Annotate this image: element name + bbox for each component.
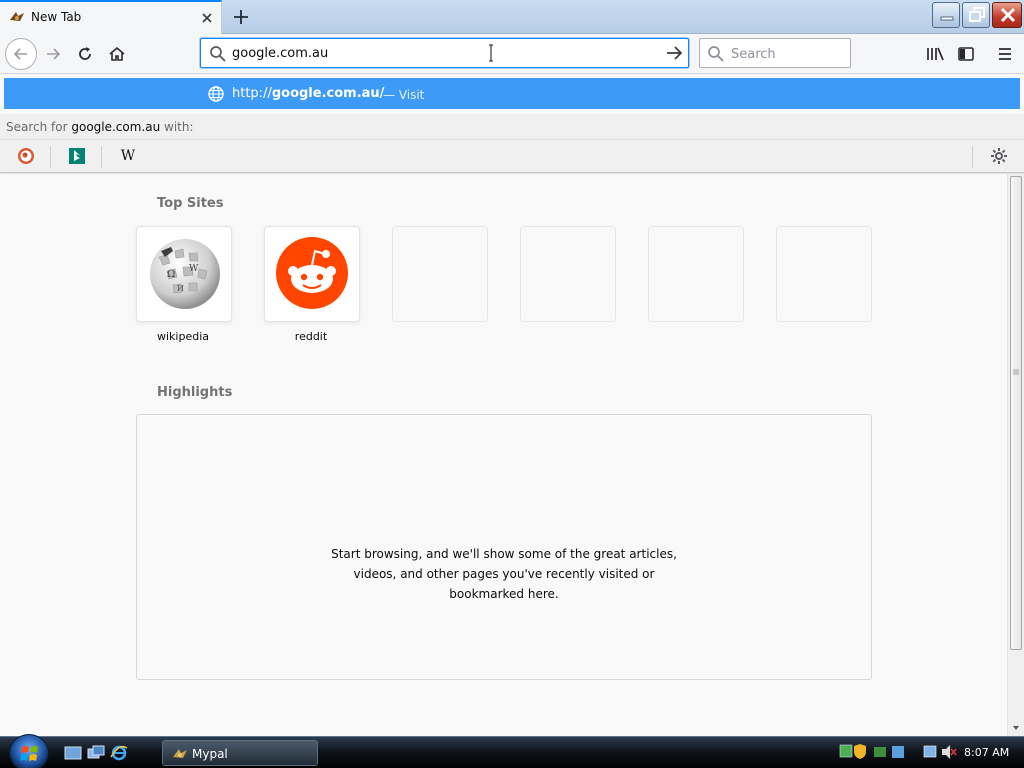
- top-site-tile[interactable]: [264, 226, 360, 322]
- top-site-label: reddit: [294, 330, 328, 343]
- top-site-label: wikipedia: [156, 330, 209, 343]
- library-icon: [927, 47, 944, 61]
- svg-text:W: W: [189, 264, 199, 274]
- highlights-message-line: videos, and other pages you've recently …: [353, 567, 655, 581]
- top-site-tile[interactable]: Ω W И: [136, 226, 232, 322]
- reload-button[interactable]: [72, 41, 98, 67]
- empty-top-site-slot[interactable]: [392, 226, 488, 322]
- search-icon: [210, 46, 226, 62]
- bing-logo: [69, 148, 85, 164]
- tray-icons: [839, 744, 957, 759]
- gear-icon: [991, 148, 1007, 164]
- menu-button[interactable]: [992, 41, 1018, 67]
- empty-top-site-slot[interactable]: [776, 226, 872, 322]
- internet-explorer-icon[interactable]: [110, 745, 128, 761]
- url-bar[interactable]: google.com.au: [200, 38, 689, 68]
- close-tab-icon[interactable]: [199, 10, 215, 26]
- minimize-button[interactable]: [932, 2, 960, 28]
- go-arrow-icon[interactable]: [664, 44, 684, 62]
- svg-text:И: И: [177, 284, 184, 293]
- navigation-toolbar: google.com.au Search: [0, 34, 1024, 74]
- svg-text:Ω: Ω: [167, 269, 175, 280]
- autocomplete-url: http://google.com.au/: [232, 86, 385, 101]
- highlights-message-line: bookmarked here.: [449, 587, 559, 601]
- home-icon: [109, 46, 125, 61]
- tab-strip: New Tab: [0, 0, 1024, 34]
- wikipedia-icon[interactable]: W: [118, 146, 138, 166]
- taskbar-app-label: Mypal: [192, 747, 228, 761]
- switch-windows-icon[interactable]: [87, 745, 105, 761]
- close-window-icon: [1000, 7, 1016, 23]
- bing-icon[interactable]: [67, 146, 87, 166]
- new-tab-page: Top Sites Ω W И wikipedia reddit Highlig…: [0, 174, 1007, 736]
- search-placeholder: Search: [731, 47, 776, 62]
- taskbar-app-mypal[interactable]: Mypal: [162, 740, 318, 766]
- engine-separator: [50, 146, 51, 168]
- search-bar[interactable]: Search: [699, 38, 851, 68]
- home-button[interactable]: [104, 41, 130, 67]
- sidebar-icon: [958, 47, 974, 61]
- library-button[interactable]: [922, 41, 948, 67]
- autocomplete-action: — Visit: [383, 88, 425, 102]
- duckduckgo-logo: [18, 148, 34, 164]
- url-input-value[interactable]: google.com.au: [232, 46, 328, 61]
- pal-moth-icon: [10, 12, 24, 21]
- tab-title: New Tab: [31, 10, 82, 24]
- wikipedia-globe-icon: Ω W И: [150, 239, 220, 309]
- search-for-text: Search for google.com.au with:: [6, 120, 194, 134]
- back-button[interactable]: [5, 38, 37, 70]
- highlights-heading: Highlights: [157, 385, 233, 400]
- forward-arrow-icon: [47, 48, 61, 60]
- restore-button[interactable]: [962, 2, 990, 28]
- one-off-search-engines: W: [0, 140, 1024, 173]
- close-window-button[interactable]: [992, 2, 1022, 28]
- window-controls: [930, 2, 1022, 30]
- hamburger-menu-icon: [999, 48, 1011, 60]
- highlights-message: Start browsing, and we'll show some of t…: [137, 544, 871, 604]
- forward-button[interactable]: [40, 41, 66, 67]
- search-settings-button[interactable]: [989, 146, 1009, 166]
- reddit-icon: [276, 237, 348, 309]
- globe-icon: [208, 86, 224, 102]
- pal-moth-icon: [173, 749, 187, 758]
- new-tab-plus-icon[interactable]: [230, 6, 252, 28]
- taskbar-clock[interactable]: 8:07 AM: [964, 746, 1009, 759]
- minimize-icon: [940, 16, 954, 21]
- back-arrow-icon: [13, 48, 27, 60]
- reload-icon: [79, 47, 91, 60]
- windows-taskbar: Mypal 8:07 AM: [0, 734, 1024, 768]
- engine-separator: [101, 146, 102, 168]
- scroll-down-arrow-icon[interactable]: [1012, 724, 1020, 732]
- show-desktop-icon[interactable]: [64, 745, 82, 761]
- search-icon: [708, 46, 724, 62]
- engine-separator: [972, 146, 973, 168]
- empty-top-site-slot[interactable]: [520, 226, 616, 322]
- empty-top-site-slot[interactable]: [648, 226, 744, 322]
- duckduckgo-icon[interactable]: [16, 146, 36, 166]
- top-sites-heading: Top Sites: [157, 196, 224, 211]
- autocomplete-visit-row[interactable]: http://google.com.au/ — Visit: [4, 78, 1020, 109]
- search-for-label-row: Search for google.com.au with:: [0, 114, 1024, 140]
- grip-icon: [1013, 369, 1019, 375]
- start-button[interactable]: [9, 734, 49, 768]
- highlights-message-line: Start browsing, and we'll show some of t…: [331, 547, 677, 561]
- scrollbar-thumb[interactable]: [1010, 176, 1022, 650]
- highlights-empty-state: Start browsing, and we'll show some of t…: [136, 414, 872, 680]
- vertical-scrollbar[interactable]: [1007, 174, 1024, 736]
- wikipedia-w-glyph: W: [120, 148, 136, 164]
- tab-new-tab[interactable]: New Tab: [0, 0, 222, 34]
- text-cursor-icon: [489, 44, 493, 62]
- sidebar-button[interactable]: [953, 41, 979, 67]
- restore-icon: [969, 7, 985, 22]
- windows-logo-icon: [20, 746, 38, 761]
